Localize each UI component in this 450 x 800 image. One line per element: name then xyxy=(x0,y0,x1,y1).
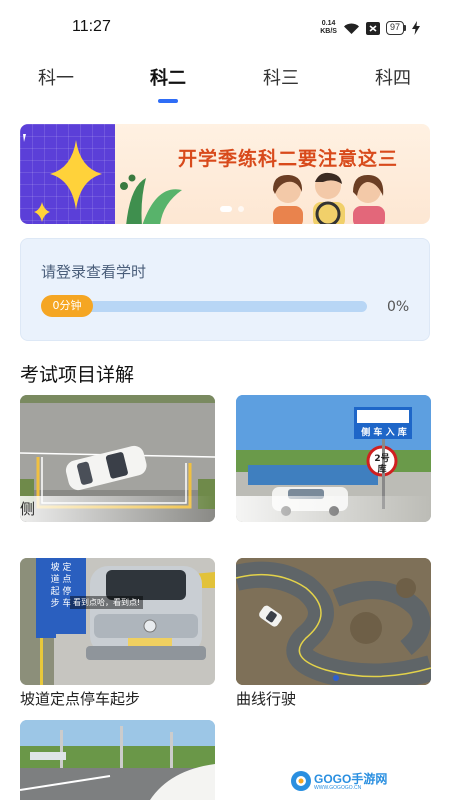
charging-bolt-icon xyxy=(412,21,420,35)
wifi-icon xyxy=(343,22,360,35)
banner-purple-panel xyxy=(20,124,115,224)
banner-title: 开学季练科二要注意这三 xyxy=(178,148,399,170)
gogo-logo-icon xyxy=(291,771,311,791)
battery-level: 97 xyxy=(385,21,404,35)
site-watermark: GOGO手游网 WWW.GOGOGO.CN xyxy=(290,768,387,794)
study-time-badge: 0分钟 xyxy=(41,295,93,317)
garage-unit-text: 库 xyxy=(377,465,387,475)
tab-ke-si[interactable]: 科四 xyxy=(358,64,428,90)
section-title: 考试项目详解 xyxy=(20,364,135,386)
parking-sign-text: 侧 车 入 库 xyxy=(361,428,407,438)
sparkle-star-icon xyxy=(23,134,102,222)
exam-item-straight-driving[interactable] xyxy=(20,720,215,800)
thumb-straight-driving xyxy=(20,720,215,800)
curve-road-aerial-image xyxy=(236,558,431,685)
study-progress-percent: 0% xyxy=(387,299,410,315)
active-tab-indicator xyxy=(158,99,178,103)
thumb-curve-driving xyxy=(236,558,431,685)
exam-item-slope-start[interactable]: 坡 定 道 点 起 停 步 车 看到点哈，看到点! 坡道定点停车起步 xyxy=(20,558,215,708)
login-prompt: 请登录查看学时 xyxy=(41,263,147,281)
banner-dot xyxy=(238,206,244,212)
network-speed-value: 0.14 xyxy=(321,20,336,27)
status-time: 11:27 xyxy=(72,18,111,35)
students-illustration-icon xyxy=(273,172,385,224)
exam-item-label xyxy=(236,498,431,518)
thumb-slope-start: 坡 定 道 点 起 停 步 车 看到点哈，看到点! xyxy=(20,558,215,685)
no-sim-icon xyxy=(365,21,380,35)
exam-item-label: 侧 xyxy=(20,500,36,518)
plant-decoration-icon xyxy=(120,174,182,224)
slope-caption: 看到点哈，看到点! xyxy=(70,596,144,609)
exam-item-side-parking[interactable]: 侧 xyxy=(20,395,215,522)
battery-icon: 97 xyxy=(385,21,406,35)
watermark-url: WWW.GOGOGO.CN xyxy=(314,785,362,791)
network-speed: 0.14 KB/S xyxy=(320,20,337,36)
network-speed-unit: KB/S xyxy=(320,28,337,35)
test-track-image xyxy=(20,720,215,800)
exam-item-curve-driving[interactable]: 曲线行驶 xyxy=(236,558,431,708)
study-hours-card[interactable]: 请登录查看学时 0分钟 0% xyxy=(20,238,430,341)
tab-ke-san[interactable]: 科三 xyxy=(246,64,316,90)
status-bar: 11:27 0.14 KB/S 97 xyxy=(0,0,450,56)
banner-pagination xyxy=(220,206,244,212)
banner-dot-active xyxy=(220,206,232,212)
tab-ke-er[interactable]: 科二 xyxy=(133,64,203,90)
exam-item-reverse-parking[interactable]: 侧 车 入 库 2号 库 xyxy=(236,395,431,522)
exam-item-label: 曲线行驶 xyxy=(236,690,297,708)
subject-tabs: 科一 科二 科三 科四 xyxy=(0,64,450,108)
exam-item-label: 坡道定点停车起步 xyxy=(20,690,141,708)
battery-tip xyxy=(404,25,406,31)
promo-banner[interactable]: 开学季练科二要注意这三 xyxy=(20,124,430,224)
status-icons: 0.14 KB/S 97 xyxy=(320,20,420,36)
tab-ke-yi[interactable]: 科一 xyxy=(21,64,91,90)
